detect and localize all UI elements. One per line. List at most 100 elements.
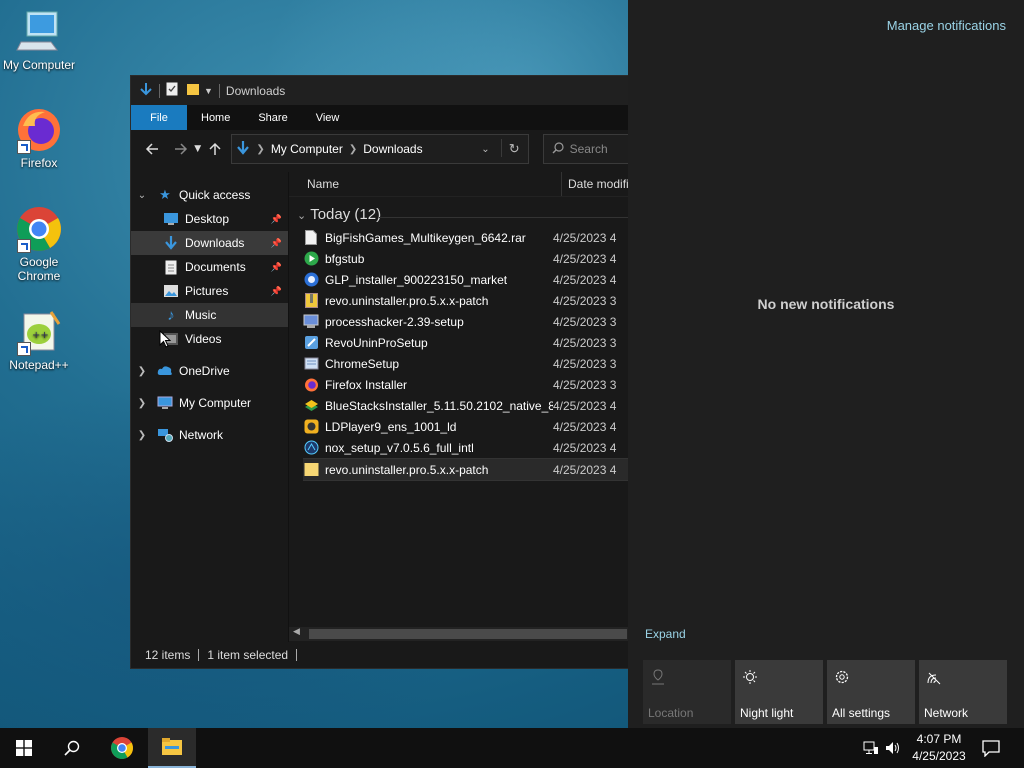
desktop-icon-google-chrome[interactable]: Google Chrome xyxy=(0,205,78,283)
breadcrumb-downloads[interactable]: Downloads xyxy=(363,142,422,156)
tab-view[interactable]: View xyxy=(302,105,354,130)
file-row[interactable]: RevoUninProSetup 4/25/2023 3 xyxy=(303,332,629,353)
chrome-icon xyxy=(111,737,133,759)
nav-item-music[interactable]: ♪ Music xyxy=(131,303,288,327)
quick-action-network[interactable]: Network xyxy=(919,660,1007,724)
chrome-setup-icon xyxy=(303,356,319,372)
volume-icon[interactable] xyxy=(882,741,904,755)
back-button[interactable] xyxy=(141,138,162,160)
quick-action-label: All settings xyxy=(832,706,891,720)
nav-item-downloads[interactable]: Downloads 📌 xyxy=(131,231,288,255)
taskbar-file-explorer[interactable] xyxy=(148,728,196,768)
nav-item-desktop[interactable]: Desktop 📌 xyxy=(131,207,288,231)
chevron-right-icon[interactable]: ❯ xyxy=(135,366,149,377)
setup-icon xyxy=(303,314,319,330)
forward-button[interactable] xyxy=(170,138,191,160)
column-header-name[interactable]: Name xyxy=(307,177,339,191)
chrome-icon xyxy=(15,205,63,253)
download-arrow-icon[interactable] xyxy=(139,82,153,99)
notification-icon xyxy=(982,740,1000,757)
properties-icon[interactable] xyxy=(166,82,178,99)
manage-notifications-link[interactable]: Manage notifications xyxy=(887,18,1006,33)
nav-label: Quick access xyxy=(179,188,251,202)
file-row[interactable]: ChromeSetup 4/25/2023 3 xyxy=(303,353,629,374)
new-folder-icon[interactable] xyxy=(186,82,200,99)
music-folder-icon: ♪ xyxy=(167,306,175,324)
desktop-icon-my-computer[interactable]: My Computer xyxy=(0,8,78,72)
refresh-icon[interactable]: ↻ xyxy=(509,141,520,157)
forward-arrow-icon xyxy=(174,143,187,155)
nav-my-computer[interactable]: ❯ My Computer xyxy=(131,391,288,415)
nav-label: Videos xyxy=(185,332,222,346)
selection-count: 1 item selected xyxy=(207,648,289,662)
file-row[interactable]: revo.uninstaller.pro.5.x.x-patch 4/25/202… xyxy=(303,290,629,311)
pin-icon[interactable]: 📌 xyxy=(271,262,282,273)
pin-icon[interactable]: 📌 xyxy=(271,214,282,225)
nav-quick-access[interactable]: ⌄ ★ Quick access xyxy=(131,183,288,207)
nav-item-pictures[interactable]: Pictures 📌 xyxy=(131,279,288,303)
start-button[interactable] xyxy=(0,728,48,768)
file-row[interactable]: BigFishGames_Multikeygen_6642.rar 4/25/20… xyxy=(303,227,629,248)
customize-toolbar-chevron-icon[interactable]: ▼ xyxy=(204,86,213,96)
group-label: Today (12) xyxy=(310,206,382,223)
quick-action-label: Network xyxy=(924,706,969,720)
horizontal-scrollbar[interactable]: ◀ xyxy=(289,627,629,641)
search-box[interactable]: Search xyxy=(542,134,629,164)
scroll-left-icon[interactable]: ◀ xyxy=(293,627,300,637)
file-row[interactable]: processhacker-2.39-setup 4/25/2023 3 xyxy=(303,311,629,332)
breadcrumb-my-computer[interactable]: My Computer xyxy=(271,142,343,156)
taskbar-clock[interactable]: 4:07 PM 4/25/2023 xyxy=(908,731,970,765)
quick-action-location[interactable]: Location xyxy=(643,660,731,724)
pin-icon[interactable]: 📌 xyxy=(271,286,282,297)
tab-file[interactable]: File xyxy=(131,105,187,130)
tab-share[interactable]: Share xyxy=(244,105,301,130)
desktop-icon-firefox[interactable]: Firefox xyxy=(0,106,78,170)
network-status-icon[interactable] xyxy=(860,741,882,755)
taskbar-chrome[interactable] xyxy=(98,728,146,768)
breadcrumb-separator-icon: ❯ xyxy=(256,143,265,155)
file-explorer-icon xyxy=(162,738,182,755)
chevron-down-icon[interactable]: ⌄ xyxy=(135,190,149,201)
file-name: revo.uninstaller.pro.5.x.x-patch xyxy=(325,293,489,308)
file-date-modified: 4/25/2023 4 xyxy=(553,398,617,413)
quick-action-all-settings[interactable]: All settings xyxy=(827,660,915,724)
nav-item-documents[interactable]: Documents 📌 xyxy=(131,255,288,279)
scrollbar-thumb[interactable] xyxy=(309,629,627,639)
address-history-chevron-icon[interactable]: ⌄ xyxy=(481,144,489,155)
file-row[interactable]: GLP_installer_900223150_market 4/25/2023 … xyxy=(303,269,629,290)
taskbar-search-button[interactable] xyxy=(48,728,96,768)
action-center-button[interactable] xyxy=(968,728,1014,768)
quick-action-night-light[interactable]: Night light xyxy=(735,660,823,724)
file-name: BlueStacksInstaller_5.11.50.2102_native_… xyxy=(325,398,553,413)
pin-icon[interactable]: 📌 xyxy=(271,238,282,249)
column-header-date-modified[interactable]: Date modified xyxy=(568,177,629,191)
file-row[interactable]: Firefox Installer 4/25/2023 3 xyxy=(303,374,629,395)
location-icon xyxy=(649,668,667,686)
file-row[interactable]: bfgstub 4/25/2023 4 xyxy=(303,248,629,269)
chevron-right-icon[interactable]: ❯ xyxy=(135,398,149,409)
file-row[interactable]: BlueStacksInstaller_5.11.50.2102_native_… xyxy=(303,395,629,416)
up-button[interactable] xyxy=(204,138,225,160)
file-name: RevoUninProSetup xyxy=(325,335,428,350)
address-bar[interactable]: ❯ My Computer ❯ Downloads ⌄ ↻ xyxy=(231,134,529,164)
nav-onedrive[interactable]: ❯ OneDrive xyxy=(131,359,288,383)
tab-home[interactable]: Home xyxy=(187,105,244,130)
recent-locations-button[interactable]: ▼ xyxy=(191,138,204,160)
desktop-icon-notepad-plus-plus[interactable]: ++ Notepad++ xyxy=(0,308,78,372)
file-row[interactable]: nox_setup_v7.0.5.6_full_intl 4/25/2023 4 xyxy=(303,437,629,458)
no-notifications-message: No new notifications xyxy=(757,296,895,312)
nav-label: My Computer xyxy=(179,396,252,410)
nav-network[interactable]: ❯ Network xyxy=(131,423,288,447)
file-name: ChromeSetup xyxy=(325,356,400,371)
file-row[interactable]: LDPlayer9_ens_1001_ld 4/25/2023 4 xyxy=(303,416,629,437)
file-row[interactable]: revo.uninstaller.pro.5.x.x-patch 4/25/202… xyxy=(303,458,629,481)
gear-icon xyxy=(833,668,851,686)
chevron-right-icon[interactable]: ❯ xyxy=(135,430,149,441)
firefox-icon xyxy=(15,106,63,154)
nav-item-videos[interactable]: Videos xyxy=(131,327,288,351)
expand-link[interactable]: Expand xyxy=(645,627,686,641)
group-header-today[interactable]: ⌄ Today (12) xyxy=(297,206,381,223)
up-arrow-icon xyxy=(209,142,221,155)
nav-label: Network xyxy=(179,428,224,442)
file-name: LDPlayer9_ens_1001_ld xyxy=(325,419,457,434)
